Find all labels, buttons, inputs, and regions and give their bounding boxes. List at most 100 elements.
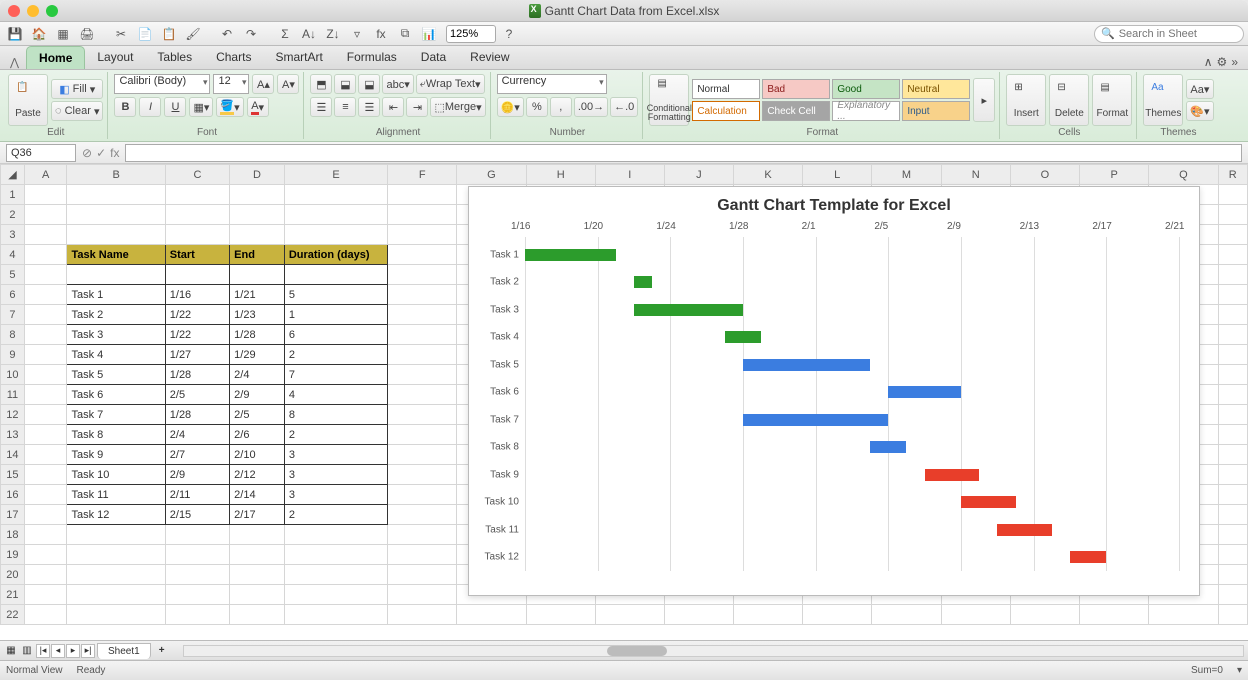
row-header-5[interactable]: 5 <box>1 265 25 285</box>
row-header-20[interactable]: 20 <box>1 565 25 585</box>
cell-R18[interactable] <box>1218 525 1247 545</box>
row-header-9[interactable]: 9 <box>1 345 25 365</box>
cell-F3[interactable] <box>388 225 457 245</box>
redo-button[interactable]: ↷ <box>240 24 262 44</box>
row-header-21[interactable]: 21 <box>1 585 25 605</box>
gantt-bar-task-10[interactable] <box>961 496 1016 508</box>
cell-A20[interactable] <box>24 565 67 585</box>
cell-R1[interactable] <box>1218 185 1247 205</box>
cell-F14[interactable] <box>388 445 457 465</box>
filter-button[interactable]: ▿ <box>346 24 368 44</box>
cell-B7[interactable]: Task 2 <box>67 305 165 325</box>
cell-F9[interactable] <box>388 345 457 365</box>
cell-A5[interactable] <box>24 265 67 285</box>
chart-button[interactable]: 📊 <box>418 24 440 44</box>
conditional-formatting-button[interactable]: ▤Conditional Formatting <box>649 74 689 126</box>
sheet-nav-last[interactable]: ▸| <box>81 644 95 658</box>
cell-F17[interactable] <box>388 505 457 525</box>
insert-cells-button[interactable]: ⊞Insert <box>1006 74 1046 126</box>
cell-D2[interactable] <box>230 205 285 225</box>
cell-E20[interactable] <box>284 565 387 585</box>
cell-A6[interactable] <box>24 285 67 305</box>
cell-R12[interactable] <box>1218 405 1247 425</box>
col-header-D[interactable]: D <box>230 165 285 185</box>
cell-D11[interactable]: 2/9 <box>230 385 285 405</box>
row-header-12[interactable]: 12 <box>1 405 25 425</box>
search-input[interactable] <box>1119 28 1237 40</box>
cell-C16[interactable]: 2/11 <box>165 485 229 505</box>
cell-E3[interactable] <box>284 225 387 245</box>
cell-C2[interactable] <box>165 205 229 225</box>
cell-C19[interactable] <box>165 545 229 565</box>
fill-button[interactable]: ◧ Fill ▾ <box>51 79 103 99</box>
row-header-7[interactable]: 7 <box>1 305 25 325</box>
cell-A13[interactable] <box>24 425 67 445</box>
styles-more-button[interactable]: ▸ <box>973 78 995 122</box>
align-center-button[interactable]: ≡ <box>334 97 356 117</box>
cell-R16[interactable] <box>1218 485 1247 505</box>
cell-C18[interactable] <box>165 525 229 545</box>
align-top-button[interactable]: ⬒ <box>310 74 332 94</box>
cell-D13[interactable]: 2/6 <box>230 425 285 445</box>
layout-button[interactable]: ▦ <box>52 24 74 44</box>
comma-button[interactable]: , <box>550 97 572 117</box>
font-size-select[interactable]: 12 <box>213 74 249 94</box>
gantt-bar-task-4[interactable] <box>725 331 761 343</box>
cell-B14[interactable]: Task 9 <box>67 445 165 465</box>
cell-C13[interactable]: 2/4 <box>165 425 229 445</box>
gantt-bar-task-2[interactable] <box>634 276 652 288</box>
cell-A2[interactable] <box>24 205 67 225</box>
gantt-bar-task-5[interactable] <box>743 359 870 371</box>
cell-E7[interactable]: 1 <box>284 305 387 325</box>
style-bad[interactable]: Bad <box>762 79 830 99</box>
col-header-J[interactable]: J <box>664 165 733 185</box>
cell-D14[interactable]: 2/10 <box>230 445 285 465</box>
cell-B3[interactable] <box>67 225 165 245</box>
tab-smartart[interactable]: SmartArt <box>263 46 334 69</box>
home-page-button[interactable]: 🏠 <box>28 24 50 44</box>
cell-B10[interactable]: Task 5 <box>67 365 165 385</box>
cell-E2[interactable] <box>284 205 387 225</box>
cell-B17[interactable]: Task 12 <box>67 505 165 525</box>
cell-D21[interactable] <box>230 585 285 605</box>
cell-P22[interactable] <box>1080 605 1149 625</box>
cell-D6[interactable]: 1/21 <box>230 285 285 305</box>
gantt-bar-task-3[interactable] <box>634 304 743 316</box>
col-header-L[interactable]: L <box>803 165 872 185</box>
cell-B16[interactable]: Task 11 <box>67 485 165 505</box>
cell-B12[interactable]: Task 7 <box>67 405 165 425</box>
cell-E15[interactable]: 3 <box>284 465 387 485</box>
save-button[interactable]: 💾 <box>4 24 26 44</box>
cell-E6[interactable]: 5 <box>284 285 387 305</box>
cell-A8[interactable] <box>24 325 67 345</box>
search-box[interactable]: 🔍 <box>1094 25 1244 43</box>
tab-tables[interactable]: Tables <box>145 46 204 69</box>
cell-J22[interactable] <box>664 605 733 625</box>
col-header-O[interactable]: O <box>1010 165 1079 185</box>
cell-F22[interactable] <box>388 605 457 625</box>
cell-C6[interactable]: 1/16 <box>165 285 229 305</box>
gantt-bar-task-6[interactable] <box>888 386 961 398</box>
orientation-button[interactable]: abc▾ <box>382 74 413 94</box>
currency-button[interactable]: 🪙▾ <box>497 97 524 117</box>
cell-C3[interactable] <box>165 225 229 245</box>
cell-B21[interactable] <box>67 585 165 605</box>
row-header-11[interactable]: 11 <box>1 385 25 405</box>
cell-D19[interactable] <box>230 545 285 565</box>
cell-Q22[interactable] <box>1149 605 1218 625</box>
gantt-bar-task-8[interactable] <box>870 441 906 453</box>
cell-C5[interactable] <box>165 265 229 285</box>
cell-O22[interactable] <box>1010 605 1079 625</box>
col-header-C[interactable]: C <box>165 165 229 185</box>
style-neutral[interactable]: Neutral <box>902 79 970 99</box>
cell-F19[interactable] <box>388 545 457 565</box>
row-header-4[interactable]: 4 <box>1 245 25 265</box>
indent-inc-button[interactable]: ⇥ <box>406 97 428 117</box>
cell-C11[interactable]: 2/5 <box>165 385 229 405</box>
cell-R19[interactable] <box>1218 545 1247 565</box>
cell-B4[interactable]: Task Name <box>67 245 165 265</box>
cell-E5[interactable] <box>284 265 387 285</box>
cell-D9[interactable]: 1/29 <box>230 345 285 365</box>
wrap-text-button[interactable]: ⤶ Wrap Text ▾ <box>416 74 485 94</box>
print-button[interactable]: 🖨 <box>76 24 98 44</box>
